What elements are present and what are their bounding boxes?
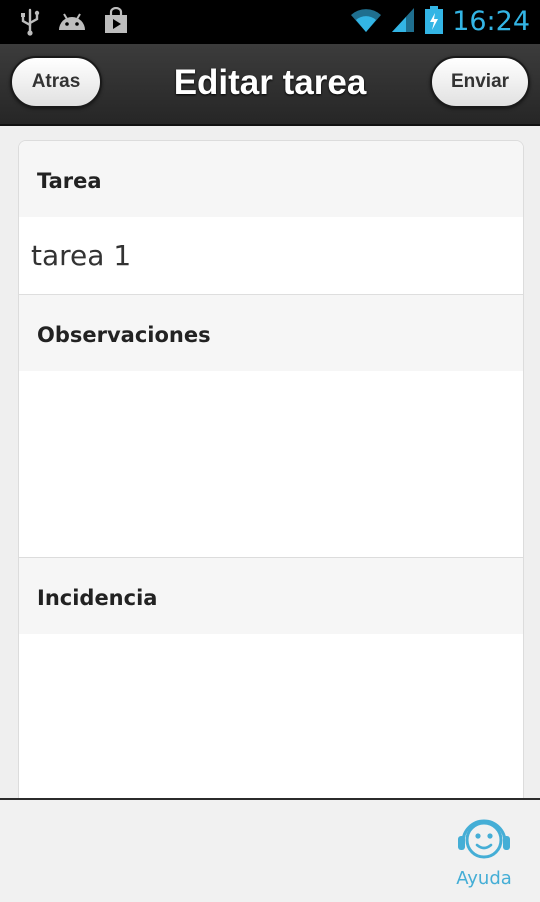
usb-icon — [18, 6, 42, 40]
send-button[interactable]: Enviar — [430, 56, 530, 108]
edit-task-form: Tarea Observaciones Incidencia — [18, 140, 524, 802]
help-smiley-icon — [455, 819, 513, 866]
wifi-icon — [350, 6, 382, 38]
notification-icons — [18, 6, 130, 40]
action-bar: Atras Editar tarea Enviar — [0, 44, 540, 126]
status-bar: 16:24 — [0, 0, 540, 44]
play-store-icon — [102, 6, 130, 39]
battery-icon — [424, 5, 444, 39]
incident-label: Incidencia — [19, 558, 523, 634]
task-label: Tarea — [19, 141, 523, 217]
android-debug-icon — [56, 8, 88, 38]
observations-label: Observaciones — [19, 295, 523, 371]
help-label: Ayuda — [456, 868, 512, 889]
back-button[interactable]: Atras — [10, 56, 102, 108]
task-input[interactable] — [19, 217, 523, 295]
help-button[interactable]: Ayuda — [452, 816, 516, 892]
clock: 16:24 — [452, 6, 530, 37]
signal-icon — [390, 6, 416, 38]
observations-textarea[interactable] — [19, 371, 523, 558]
system-icons: 16:24 — [350, 4, 530, 40]
incident-textarea[interactable] — [19, 634, 523, 801]
footer-bar: Ayuda — [0, 798, 540, 902]
